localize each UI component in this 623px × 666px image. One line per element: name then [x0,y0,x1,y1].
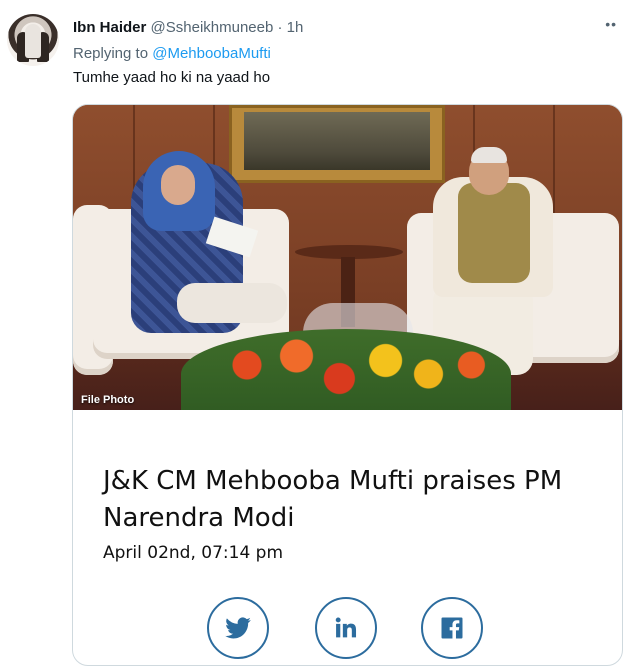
replying-prefix: Replying to [73,45,149,62]
photo-caption: File Photo [81,394,135,406]
share-linkedin-button[interactable] [315,597,377,659]
linkedin-icon [335,617,357,638]
tweet-text: Tumhe yaad ho ki na yaad ho [73,69,271,86]
card-title[interactable]: J&K CM Mehbooba Mufti praises PM Narendr… [103,463,608,537]
tweet-header: Ibn Haider @Ssheikhmuneeb · 1h [73,18,303,38]
twitter-icon [225,617,251,639]
card-date: April 02nd, 07:14 pm [103,543,284,563]
tweet-time[interactable]: · 1h [278,19,304,36]
tweet[interactable]: Ibn Haider @Ssheikhmuneeb · 1h •• Replyi… [0,0,623,666]
replying-to: Replying to @MehboobaMufti [73,44,271,64]
author-handle[interactable]: @Ssheikhmuneeb [151,19,274,36]
share-facebook-button[interactable] [421,597,483,659]
share-twitter-button[interactable] [207,597,269,659]
link-card[interactable]: File Photo J&K CM Mehbooba Mufti praises… [72,104,623,666]
facebook-icon [441,617,463,639]
avatar[interactable] [7,14,59,66]
mention-link[interactable]: @MehboobaMufti [152,45,271,62]
author-name[interactable]: Ibn Haider [73,19,146,36]
card-photo[interactable]: File Photo [73,105,622,410]
more-horizontal-icon[interactable]: •• [605,16,617,32]
